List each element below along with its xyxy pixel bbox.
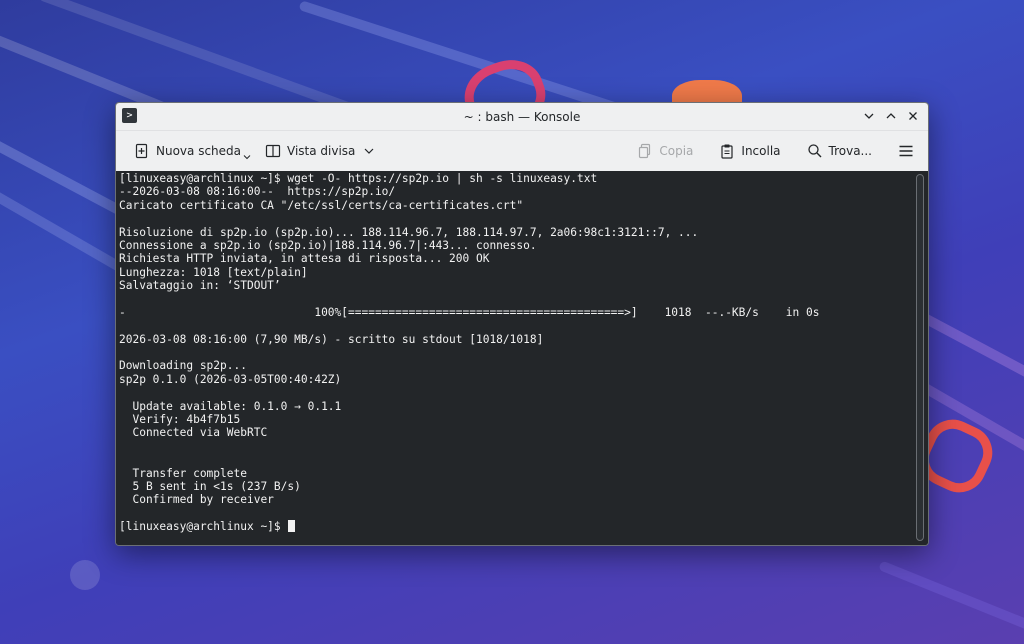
chevron-down-icon <box>864 113 874 119</box>
konsole-window: > ~ : bash — Konsole Nuova scheda Vista … <box>115 102 929 546</box>
terminal-line: Transfer complete <box>119 466 247 480</box>
menu-button[interactable] <box>894 136 918 166</box>
terminal-line: Update available: 0.1.0 → 0.1.1 <box>119 399 342 413</box>
split-view-label: Vista divisa <box>287 144 356 158</box>
terminal-line: Downloading sp2p... <box>119 359 247 373</box>
new-tab-button[interactable]: Nuova scheda <box>130 136 255 166</box>
terminal-line: Verify: 4b4f7b15 <box>119 413 241 427</box>
toolbar-actions: Copia Incolla Trova... <box>633 131 918 171</box>
paste-label: Incolla <box>741 144 781 158</box>
new-tab-label: Nuova scheda <box>156 144 242 158</box>
terminal-line: Caricato certificato CA "/etc/ssl/certs/… <box>119 198 524 212</box>
minimize-button[interactable] <box>860 107 878 125</box>
paste-button[interactable]: Incolla <box>715 136 784 166</box>
search-icon <box>807 144 822 158</box>
wallpaper-shape <box>70 560 100 590</box>
chevron-up-icon <box>886 113 896 119</box>
copy-icon <box>639 143 651 159</box>
scrollbar[interactable] <box>916 174 924 541</box>
wallpaper-streak <box>878 560 1024 644</box>
hamburger-menu-icon <box>899 145 913 157</box>
terminal-output: [linuxeasy@archlinux ~]$ wget -O- https:… <box>119 172 820 534</box>
copy-button[interactable]: Copia <box>633 136 697 166</box>
dropdown-arrow-icon <box>243 155 251 160</box>
find-label: Trova... <box>828 144 872 158</box>
paste-icon <box>721 144 734 159</box>
split-view-button[interactable]: Vista divisa <box>261 136 379 166</box>
toolbar: Nuova scheda Vista divisa Copia Incolla … <box>116 131 928 172</box>
terminal-line: Salvataggio in: ‘STDOUT’ <box>119 279 281 293</box>
find-button[interactable]: Trova... <box>803 136 876 166</box>
window-title: ~ : bash — Konsole <box>463 109 581 124</box>
close-icon <box>909 112 917 120</box>
terminal-line: Risoluzione di sp2p.io (sp2p.io)... 188.… <box>119 225 699 239</box>
terminal-area[interactable]: [linuxeasy@archlinux ~]$ wget -O- https:… <box>116 171 928 545</box>
close-button[interactable] <box>904 107 922 125</box>
chevron-down-icon <box>364 148 374 154</box>
terminal-line: Confirmed by receiver <box>119 493 274 507</box>
split-view-icon <box>265 144 281 158</box>
terminal-line: 2026-03-08 08:16:00 (7,90 MB/s) - scritt… <box>119 332 544 346</box>
terminal-line: 5 B sent in <1s (237 B/s) <box>119 479 301 493</box>
terminal-line: Lunghezza: 1018 [text/plain] <box>119 265 308 279</box>
terminal-line: Connected via WebRTC <box>119 426 268 440</box>
new-tab-icon <box>135 143 148 159</box>
terminal-icon[interactable]: > <box>122 108 137 123</box>
window-controls <box>860 107 922 125</box>
terminal-line: [linuxeasy@archlinux ~]$ wget -O- https:… <box>119 172 598 185</box>
terminal-line: sp2p 0.1.0 (2026-03-05T00:40:42Z) <box>119 372 342 386</box>
title-bar[interactable]: > ~ : bash — Konsole <box>116 103 928 131</box>
copy-label: Copia <box>659 144 694 158</box>
maximize-button[interactable] <box>882 107 900 125</box>
terminal-line: Connessione a sp2p.io (sp2p.io)|188.114.… <box>119 238 537 252</box>
terminal-line: [linuxeasy@archlinux ~]$ <box>119 520 820 533</box>
terminal-line: --2026-03-08 08:16:00-- https://sp2p.io/ <box>119 185 396 199</box>
terminal-line: Richiesta HTTP inviata, in attesa di ris… <box>119 252 490 266</box>
terminal-line: - 100%[=================================… <box>119 305 820 319</box>
terminal-cursor <box>288 520 296 533</box>
